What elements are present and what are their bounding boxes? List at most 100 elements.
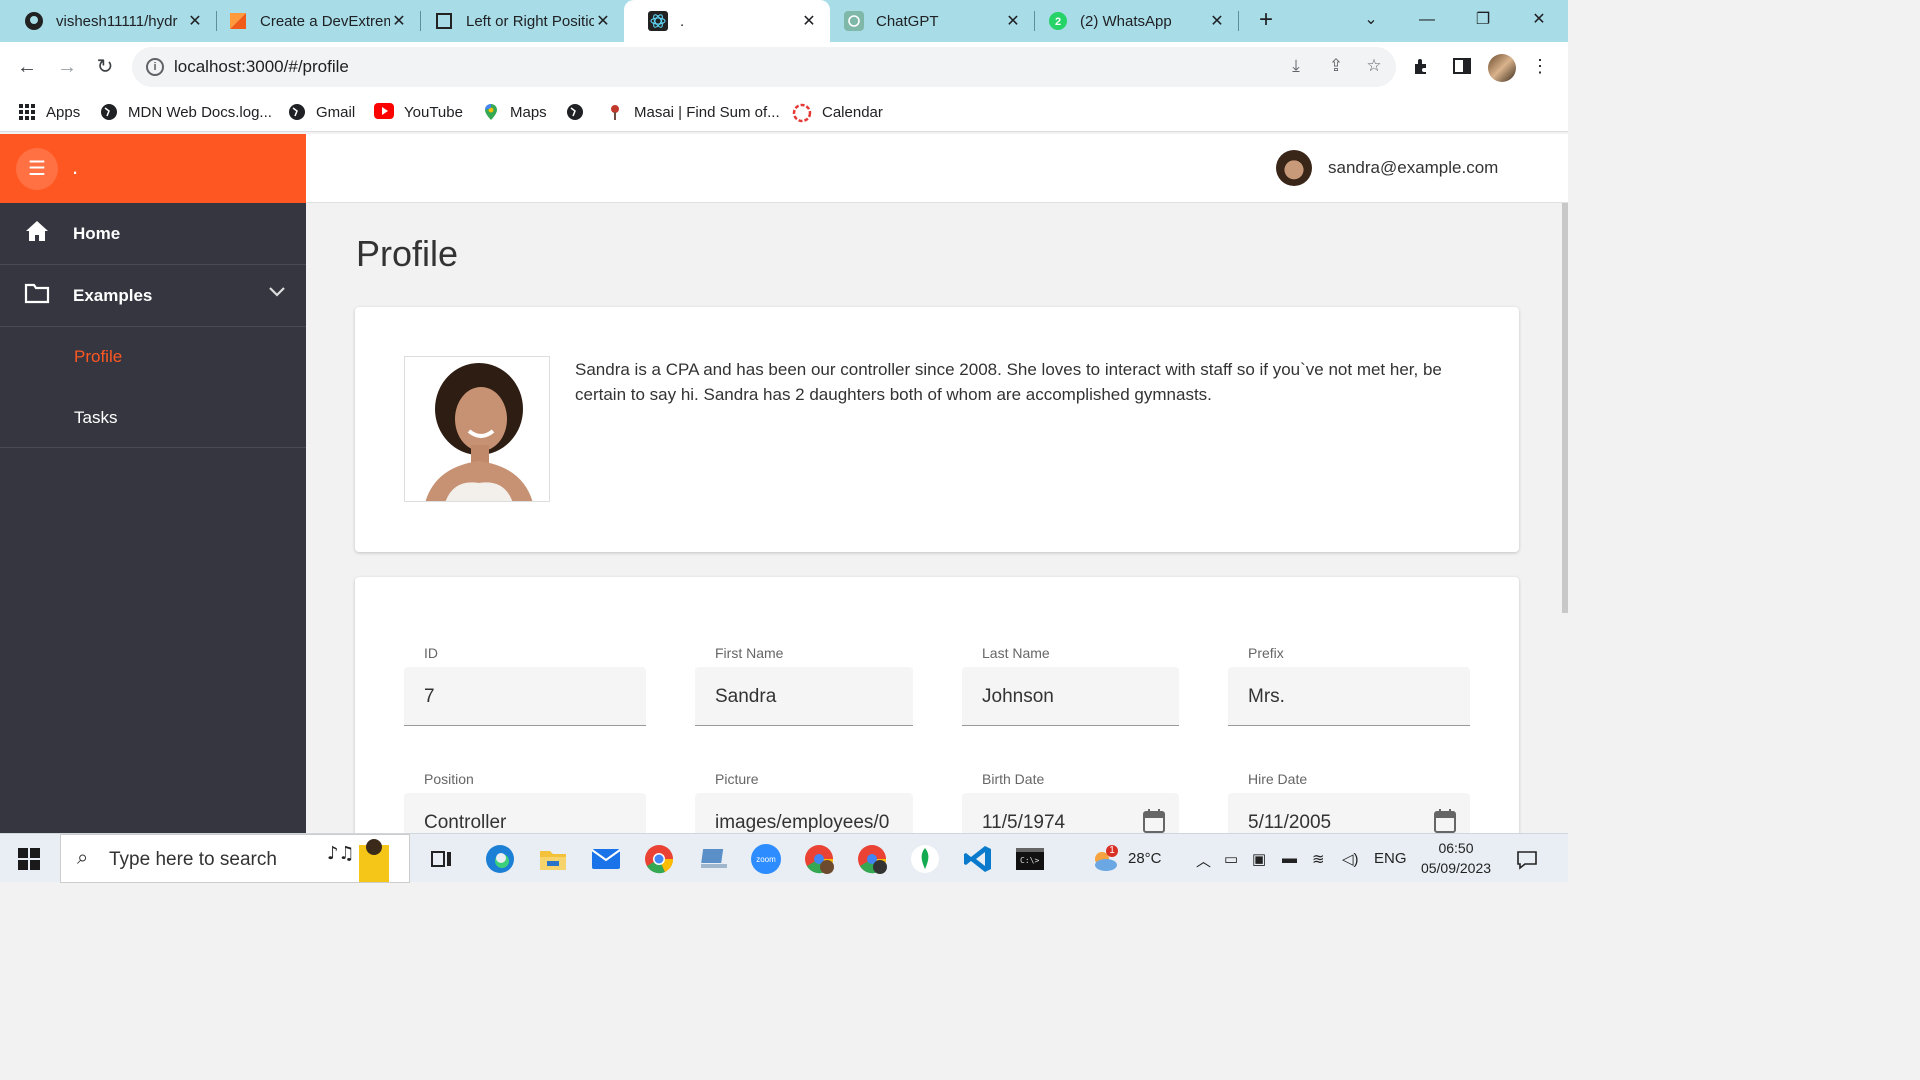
profile-avatar[interactable] (1488, 54, 1516, 82)
tab-label: ChatGPT (876, 12, 939, 30)
user-email[interactable]: sandra@example.com (1328, 158, 1498, 178)
sidebar-item-profile[interactable]: Profile (74, 347, 122, 367)
tab-github[interactable]: vishesh11111/hydr ✕ (0, 0, 216, 42)
calendar-icon[interactable] (1434, 809, 1456, 833)
taskbar-search[interactable]: ⌕ Type here to search ♪♫ (60, 834, 410, 883)
close-icon[interactable]: ✕ (594, 11, 612, 31)
tab-whatsapp[interactable]: 2 (2) WhatsApp ✕ (1024, 0, 1238, 42)
notifications-icon[interactable] (1516, 850, 1538, 874)
bookmark-masai[interactable]: Masai | Find Sum of... (606, 101, 780, 123)
bookmark-calendar[interactable]: Calendar (792, 101, 883, 123)
language-indicator[interactable]: ENG (1374, 850, 1407, 867)
more-menu-icon[interactable]: ⋮ (1528, 56, 1552, 78)
field-label: ID (424, 645, 438, 661)
wifi-icon[interactable]: ≋ (1312, 850, 1325, 868)
minimize-button[interactable]: — (1412, 6, 1442, 34)
last-name-input[interactable]: Johnson (962, 667, 1179, 726)
chevron-up-icon[interactable]: ︿ (1196, 850, 1211, 871)
windows-start-icon[interactable] (18, 848, 40, 870)
bookmark-star-icon[interactable]: ☆ (1362, 56, 1386, 78)
display-icon[interactable]: ▣ (1252, 850, 1266, 868)
position-select[interactable]: Controller (404, 793, 646, 833)
extensions-icon[interactable] (1410, 56, 1434, 78)
chrome-profile-icon[interactable] (803, 843, 835, 875)
site-info-icon[interactable]: i (146, 58, 164, 76)
browser-toolbar: ← → ↻ i localhost:3000/#/profile ⤓ ⇪ ☆ ⋮ (0, 42, 1568, 92)
close-icon[interactable]: ✕ (800, 11, 818, 31)
tab-chatgpt[interactable]: ChatGPT ✕ (820, 0, 1034, 42)
close-icon[interactable]: ✕ (1208, 11, 1226, 31)
install-app-icon[interactable]: ⤓ (1284, 56, 1308, 78)
task-view-icon[interactable] (426, 843, 458, 875)
battery-icon[interactable]: ▬ (1282, 850, 1297, 867)
bookmark-maps[interactable]: Maps (482, 101, 547, 123)
forward-button[interactable]: → (54, 54, 80, 80)
terminal-icon[interactable]: C:\> (1014, 843, 1046, 875)
edge-icon[interactable] (484, 843, 516, 875)
volume-icon[interactable]: ◁) (1342, 850, 1359, 868)
bookmark-apps[interactable]: Apps (18, 101, 80, 123)
chatgpt-icon (844, 11, 864, 31)
field-value: Controller (424, 812, 507, 833)
mongodb-icon[interactable] (909, 843, 941, 875)
id-field: ID 7 (404, 645, 646, 726)
back-button[interactable]: ← (14, 54, 40, 80)
bookmark-youtube[interactable]: YouTube (374, 101, 463, 123)
mail-icon[interactable] (590, 843, 622, 875)
calendar-icon[interactable] (1143, 809, 1165, 833)
laptop-app-icon[interactable] (698, 843, 730, 875)
close-icon[interactable]: ✕ (1004, 11, 1022, 31)
clock[interactable]: 06:50 05/09/2023 (1414, 838, 1498, 878)
share-icon[interactable]: ⇪ (1324, 56, 1348, 78)
weather-temperature[interactable]: 28°C (1128, 850, 1162, 867)
weather-badge: 1 (1109, 845, 1115, 856)
bookmark-label: YouTube (404, 103, 463, 121)
tab-active-app[interactable]: . ✕ (624, 0, 830, 42)
calendar-ring-icon (792, 103, 812, 123)
chrome-profile-2-icon[interactable] (856, 843, 888, 875)
field-value: 11/5/1974 (982, 812, 1066, 833)
apps-grid-icon (18, 103, 36, 121)
file-explorer-icon[interactable] (537, 843, 569, 875)
maps-pin-icon (482, 103, 500, 121)
tab-left-right[interactable]: Left or Right Positic ✕ (410, 0, 624, 42)
clock-date: 05/09/2023 (1420, 860, 1492, 876)
sidebar-item-tasks[interactable]: Tasks (74, 408, 117, 428)
profile-form-card: ID 7 First Name Sandra Last Name Johnson… (355, 577, 1519, 833)
chevron-down-icon[interactable] (268, 285, 286, 303)
tab-devextreme[interactable]: Create a DevExtrem ✕ (204, 0, 420, 42)
bookmark-mdn[interactable]: MDN Web Docs.log... (100, 101, 272, 123)
prefix-select[interactable]: Mrs. (1228, 667, 1470, 726)
tab-search-chevron-icon[interactable]: ⌄ (1356, 6, 1386, 34)
globe-icon (100, 103, 118, 121)
page-title: Profile (356, 233, 459, 274)
content-scrollbar[interactable] (1562, 203, 1568, 613)
chrome-icon[interactable] (643, 843, 675, 875)
weather-icon[interactable]: 1 (1088, 843, 1122, 875)
bookmark-globe[interactable] (566, 101, 594, 123)
new-tab-button[interactable]: + (1252, 6, 1280, 34)
url-text[interactable]: localhost:3000/#/profile (174, 57, 349, 77)
reload-button[interactable]: ↻ (92, 54, 118, 80)
birth-date-input[interactable]: 11/5/1974 (962, 793, 1179, 833)
bookmark-gmail[interactable]: Gmail (288, 101, 355, 123)
side-panel-icon[interactable] (1450, 56, 1474, 78)
page-icon (434, 11, 454, 31)
first-name-input[interactable]: Sandra (695, 667, 913, 726)
sidebar-item-home[interactable]: Home (0, 203, 306, 265)
sidebar-item-examples[interactable]: Examples (0, 265, 306, 327)
restore-button[interactable]: ❐ (1468, 6, 1498, 34)
vscode-icon[interactable] (962, 843, 994, 875)
window-close-button[interactable]: ✕ (1524, 6, 1554, 34)
hire-date-input[interactable]: 5/11/2005 (1228, 793, 1470, 833)
hamburger-menu-button[interactable]: ☰ (16, 148, 58, 190)
usb-device-icon[interactable]: ▭ (1224, 850, 1238, 868)
id-input[interactable]: 7 (404, 667, 646, 726)
close-icon[interactable]: ✕ (186, 11, 204, 31)
address-bar[interactable]: i localhost:3000/#/profile ⤓ ⇪ ☆ (132, 47, 1396, 87)
picture-input[interactable]: images/employees/0 (695, 793, 913, 833)
globe-icon (288, 103, 306, 121)
user-avatar[interactable] (1276, 150, 1312, 186)
close-icon[interactable]: ✕ (390, 11, 408, 31)
zoom-icon[interactable]: zoom (750, 843, 782, 875)
